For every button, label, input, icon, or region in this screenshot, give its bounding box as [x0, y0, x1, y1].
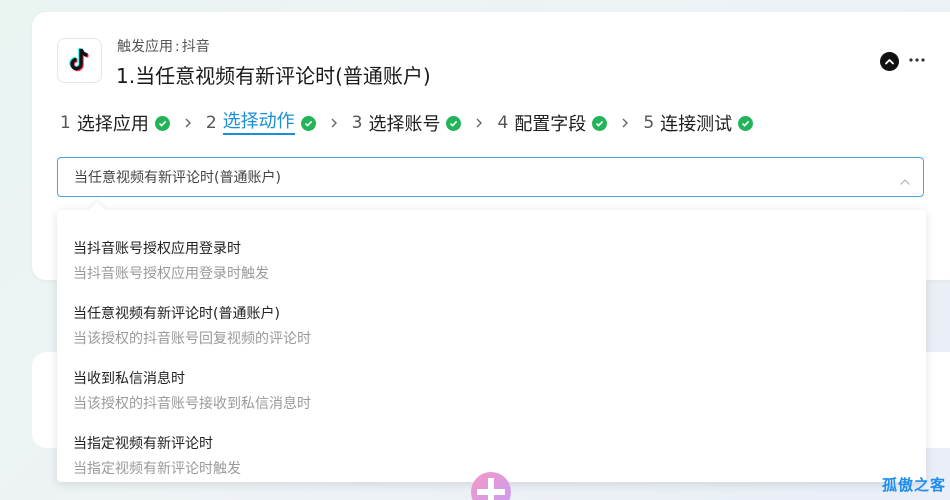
step-label: 连接测试 — [660, 114, 733, 135]
chevron-up-icon — [899, 171, 911, 190]
watermark-text: 孤傲之客 — [882, 476, 947, 494]
option-description: 当该授权的抖音账号回复视频的评论时 — [73, 331, 311, 347]
option-title: 当收到私信消息时 — [73, 371, 185, 387]
action-select[interactable]: 当任意视频有新评论时(普通账户) — [57, 157, 924, 197]
dropdown-option[interactable]: 当收到私信消息时 当该授权的抖音账号接收到私信消息时 — [57, 350, 926, 412]
chevron-right-icon — [330, 118, 338, 128]
trigger-colon: : — [175, 39, 180, 55]
trigger-prefix: 触发应用 — [117, 39, 173, 55]
step-configure-fields[interactable]: 4 配置字段 — [497, 110, 608, 136]
step-select-action[interactable]: 2 选择动作 — [206, 111, 316, 135]
step-navigation: 1 选择应用 2 选择动作 3 选择账号 4 配置字段 5 连接测试 — [60, 110, 754, 136]
step-label: 选择账号 — [368, 114, 441, 135]
collapse-button[interactable] — [880, 52, 899, 71]
action-select-value: 当任意视频有新评论时(普通账户) — [74, 170, 281, 186]
option-description: 当该授权的抖音账号接收到私信消息时 — [73, 396, 311, 412]
check-icon — [446, 115, 462, 131]
option-title: 当指定视频有新评论时 — [73, 436, 213, 452]
step-label: 选择动作 — [222, 111, 295, 135]
check-icon — [300, 115, 316, 131]
more-dots-icon — [909, 58, 925, 62]
step-number: 2 — [205, 113, 217, 133]
dropdown-option[interactable]: 当任意视频有新评论时(普通账户) 当该授权的抖音账号回复视频的评论时 — [57, 285, 926, 347]
step-number: 4 — [497, 113, 509, 133]
chevron-right-icon — [184, 118, 192, 128]
chevron-up-icon — [885, 59, 894, 65]
dropdown-option[interactable]: 当抖音账号授权应用登录时 当抖音账号授权应用登录时触发 — [57, 220, 926, 282]
trigger-app-label: 触发应用: 抖音 — [117, 36, 210, 56]
step-label: 配置字段 — [514, 114, 587, 135]
step-number: 1 — [60, 113, 71, 133]
step-select-app[interactable]: 1 选择应用 — [60, 110, 170, 136]
step-number: 3 — [351, 113, 363, 133]
step-select-account[interactable]: 3 选择账号 — [352, 110, 462, 136]
step-connection-test[interactable]: 5 连接测试 — [643, 110, 754, 136]
option-title: 当抖音账号授权应用登录时 — [73, 241, 241, 257]
more-options-button[interactable] — [908, 50, 926, 70]
app-logo — [57, 38, 102, 83]
dropdown-option[interactable]: 当指定视频有新评论时 当指定视频有新评论时触发 — [57, 415, 926, 477]
option-title: 当任意视频有新评论时(普通账户) — [73, 306, 280, 322]
option-description: 当指定视频有新评论时触发 — [73, 461, 241, 477]
trigger-app-name: 抖音 — [181, 39, 210, 55]
check-icon — [592, 115, 608, 131]
check-icon — [738, 115, 754, 131]
check-icon — [154, 115, 170, 131]
step-label: 选择应用 — [76, 114, 149, 135]
step-number: 5 — [643, 113, 655, 133]
action-dropdown-menu: 当抖音账号授权应用登录时 当抖音账号授权应用登录时触发 当任意视频有新评论时(普… — [57, 210, 926, 482]
tiktok-icon — [68, 47, 89, 71]
chevron-right-icon — [621, 118, 629, 128]
chevron-right-icon — [475, 118, 483, 128]
page-title: 1.当任意视频有新评论时(普通账户) — [116, 64, 431, 88]
option-description: 当抖音账号授权应用登录时触发 — [73, 266, 269, 282]
